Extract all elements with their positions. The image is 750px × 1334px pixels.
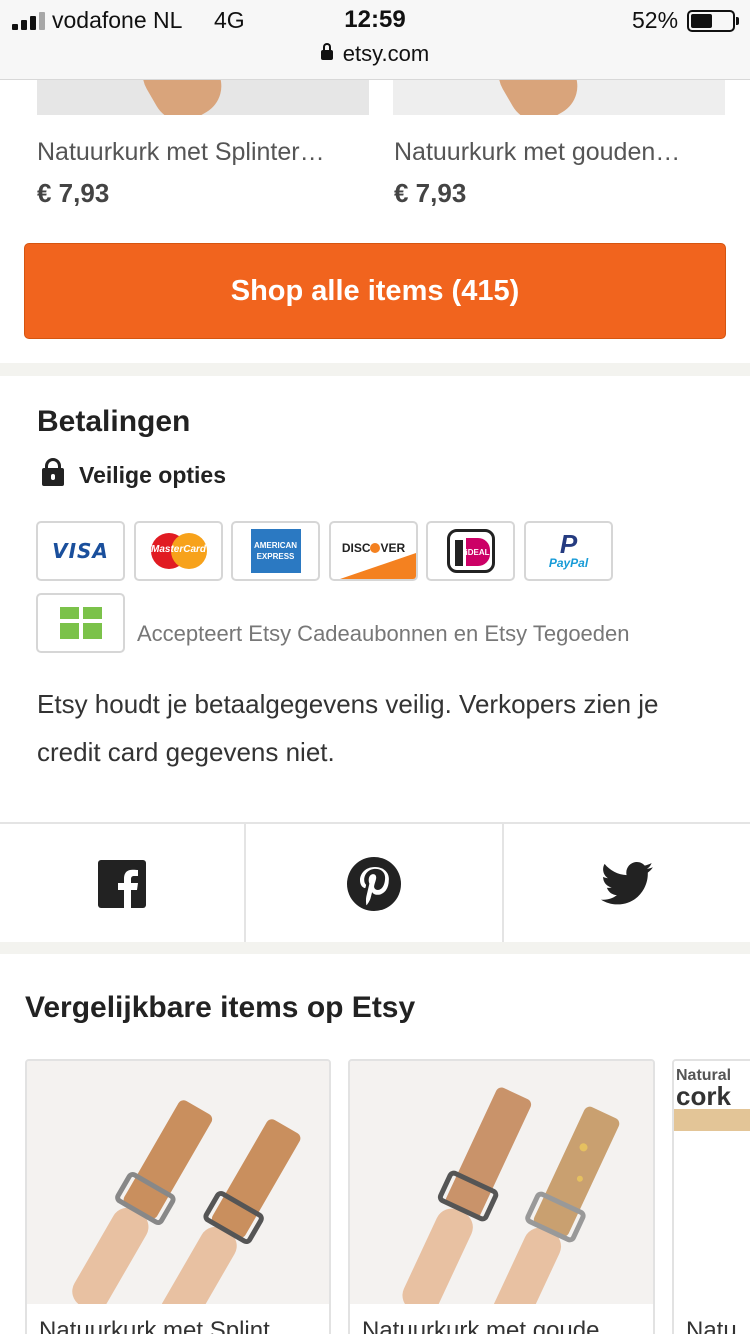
discover-label-end: VER bbox=[380, 541, 406, 555]
product-image bbox=[350, 1061, 653, 1304]
lock-icon bbox=[42, 458, 64, 486]
amex-icon: AMERICAN EXPRESS bbox=[231, 521, 320, 581]
twitter-icon bbox=[601, 862, 653, 905]
discover-label: DISC bbox=[341, 541, 371, 555]
share-facebook-button[interactable] bbox=[0, 824, 244, 944]
product-image[interactable] bbox=[393, 80, 725, 115]
discover-icon: DISC VER bbox=[329, 521, 418, 581]
visa-label: VISA bbox=[52, 539, 109, 563]
battery-percent: 52% bbox=[632, 7, 679, 33]
product-title[interactable]: Natuurkurk met gouden… bbox=[394, 138, 728, 167]
product-title[interactable]: Natuurkurk met Splinter… bbox=[37, 138, 371, 167]
share-twitter-button[interactable] bbox=[504, 824, 750, 944]
similar-item-card[interactable]: Natuurkurk met Splint bbox=[25, 1059, 331, 1334]
product-image[interactable] bbox=[37, 80, 369, 115]
facebook-icon bbox=[98, 860, 146, 908]
gift-card-icon bbox=[36, 593, 125, 653]
paypal-mark: P bbox=[559, 529, 578, 559]
paypal-icon: P PayPal bbox=[524, 521, 613, 581]
paypal-label: PayPal bbox=[548, 556, 589, 570]
section-divider bbox=[0, 942, 750, 954]
battery-icon bbox=[687, 10, 739, 32]
share-pinterest-button[interactable] bbox=[246, 824, 502, 944]
mastercard-icon: MasterCard bbox=[134, 521, 223, 581]
product-image bbox=[27, 1061, 329, 1304]
pinterest-icon bbox=[347, 857, 401, 911]
payments-description: Etsy houdt je betaalgegevens veilig. Ver… bbox=[37, 689, 659, 767]
visa-card-icon: VISA bbox=[36, 521, 125, 581]
product-image: Natural cork bbox=[674, 1061, 750, 1304]
ideal-icon: iDEAL bbox=[426, 521, 515, 581]
similar-item-title: Natuurkurk met Splint bbox=[39, 1317, 270, 1334]
url-text: etsy.com bbox=[342, 41, 430, 66]
similar-item-title: Natuurkurk met goude bbox=[362, 1317, 600, 1334]
amex-label-2: EXPRESS bbox=[256, 552, 295, 561]
amex-label-1: AMERICAN bbox=[253, 541, 298, 550]
product-price: € 7,93 bbox=[37, 178, 110, 208]
status-bar: vodafone NL 4G 12:59 52% etsy.com bbox=[0, 0, 750, 80]
address-bar[interactable]: etsy.com bbox=[0, 41, 750, 67]
similar-items-heading: Vergelijkbare items op Etsy bbox=[25, 991, 416, 1024]
mastercard-label: MasterCard bbox=[150, 544, 207, 555]
payments-heading: Betalingen bbox=[37, 405, 191, 438]
secure-options-label: Veilige opties bbox=[79, 462, 226, 488]
section-divider bbox=[0, 363, 750, 376]
ideal-label: iDEAL bbox=[465, 538, 490, 566]
similar-item-card[interactable]: Natuurkurk met goude bbox=[348, 1059, 655, 1334]
similar-item-card[interactable]: Natural cork Natu bbox=[672, 1059, 750, 1334]
shop-all-items-button[interactable]: Shop alle items (415) bbox=[24, 243, 726, 339]
battery-level bbox=[691, 14, 712, 28]
share-row bbox=[0, 822, 750, 944]
similar-item-title: Natu bbox=[686, 1317, 737, 1334]
image-text: cork bbox=[676, 1081, 731, 1111]
lock-icon bbox=[320, 43, 333, 60]
gift-card-label: Accepteert Etsy Cadeaubonnen en Etsy Teg… bbox=[137, 621, 630, 646]
product-price: € 7,93 bbox=[394, 178, 467, 208]
